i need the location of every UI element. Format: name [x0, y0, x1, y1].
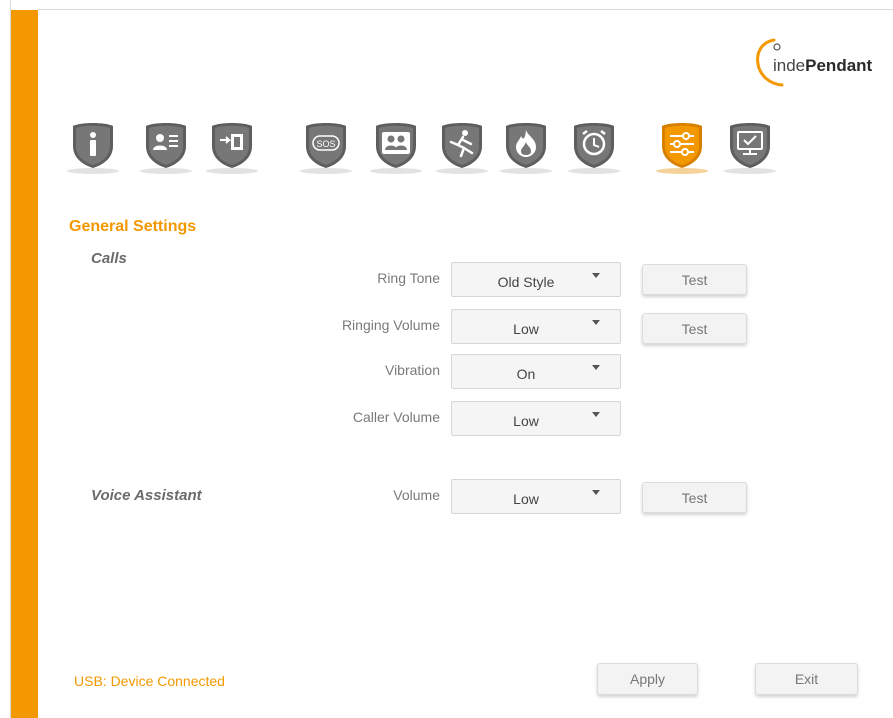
nav-info[interactable] [65, 118, 121, 176]
nav-general-settings[interactable] [654, 118, 710, 176]
contacts-icon [370, 123, 422, 174]
vibration-label: Vibration [384, 362, 440, 378]
ring-tone-label: Ring Tone [377, 270, 440, 286]
fall-detection-icon [436, 123, 488, 174]
top-divider [38, 9, 893, 10]
nav-alarm[interactable] [566, 118, 622, 176]
voice-volume-value: Low [513, 491, 539, 507]
chevron-down-icon [592, 490, 600, 495]
caller-volume-value: Low [513, 413, 539, 429]
ringing-volume-value: Low [513, 321, 539, 337]
voice-volume-label: Volume [393, 487, 440, 503]
window-left-edge [0, 0, 11, 718]
chevron-down-icon [592, 273, 600, 278]
voice-volume-test-button[interactable]: Test [642, 482, 747, 513]
nav-sos[interactable]: SOS [298, 118, 354, 176]
sos-icon: SOS [300, 123, 352, 174]
voice-assistant-group-label: Voice Assistant [91, 487, 202, 504]
ring-tone-test-button[interactable]: Test [642, 264, 747, 295]
contact-card-icon [140, 123, 192, 174]
ring-tone-value: Old Style [497, 274, 555, 290]
ringing-volume-test-button[interactable]: Test [642, 313, 747, 344]
nav-contact-card[interactable] [138, 118, 194, 176]
calls-group-label: Calls [91, 250, 127, 267]
monitor-icon [724, 123, 776, 174]
section-nav: SOS [60, 118, 860, 178]
logo-text-light: inde [773, 56, 806, 75]
accent-side-bar [11, 10, 38, 718]
info-icon [67, 123, 119, 174]
caller-volume-label: Caller Volume [352, 409, 440, 425]
nav-contacts[interactable] [368, 118, 424, 176]
chevron-down-icon [592, 412, 600, 417]
sos-glyph: SOS [316, 139, 335, 149]
vibration-value: On [516, 366, 536, 382]
nav-device-transfer[interactable] [204, 118, 260, 176]
nav-monitor[interactable] [722, 118, 778, 176]
page-title: General Settings [69, 218, 197, 235]
alarm-clock-icon [568, 123, 620, 174]
caller-volume-select[interactable]: Low [451, 401, 621, 436]
ringing-volume-select[interactable]: Low [451, 309, 621, 344]
voice-volume-select[interactable]: Low [451, 479, 621, 514]
logo-text: indePendant [773, 56, 872, 76]
apply-button[interactable]: Apply [597, 663, 698, 695]
exit-button[interactable]: Exit [755, 663, 858, 695]
logo-text-bold: Pendant [805, 56, 873, 75]
chevron-down-icon [592, 320, 600, 325]
usb-status: USB: Device Connected [74, 673, 225, 689]
nav-fall-detection[interactable] [434, 118, 490, 176]
ringing-volume-label: Ringing Volume [341, 317, 440, 333]
vibration-select[interactable]: On [451, 354, 621, 389]
fire-icon [500, 123, 552, 174]
ring-tone-select[interactable]: Old Style [451, 262, 621, 297]
device-transfer-icon [206, 123, 258, 174]
chevron-down-icon [592, 365, 600, 370]
sliders-icon [656, 123, 708, 174]
nav-fire[interactable] [498, 118, 554, 176]
